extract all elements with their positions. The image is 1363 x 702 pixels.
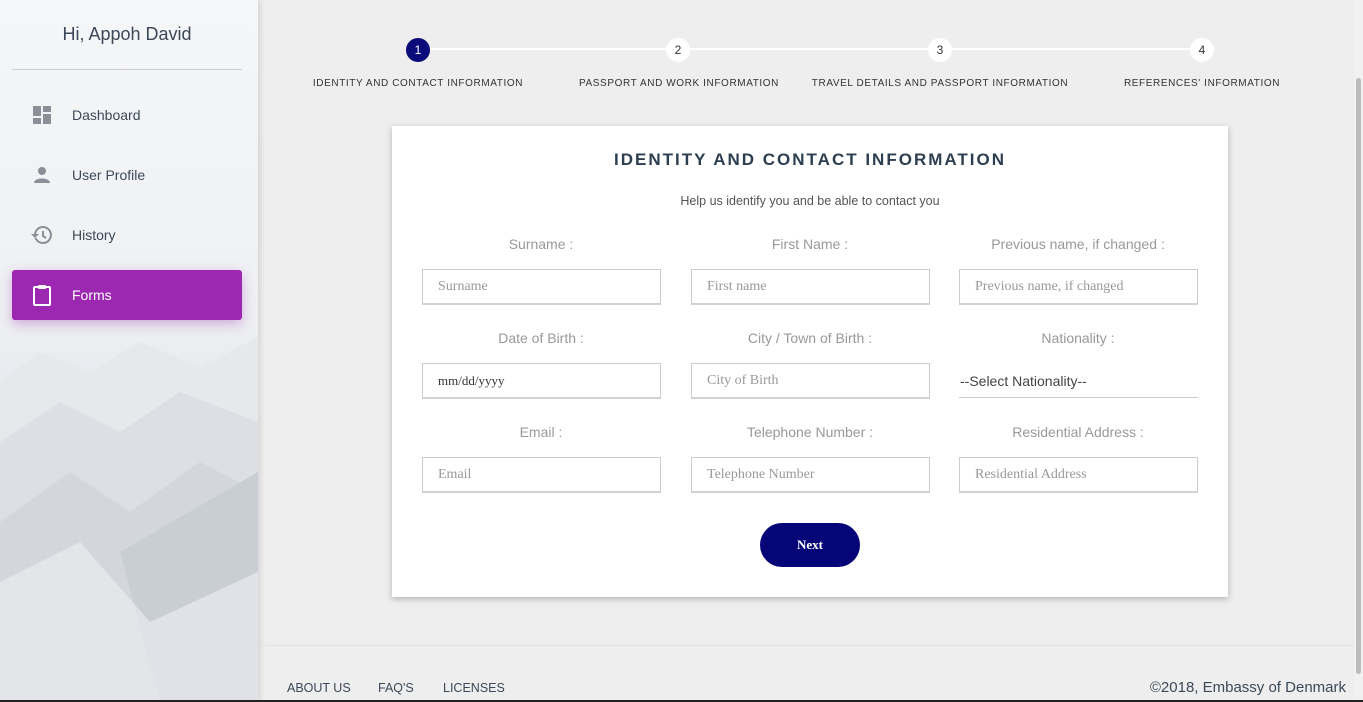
step-3-indicator[interactable]: 3 (928, 38, 952, 62)
sidebar-item-label: User Profile (72, 167, 146, 183)
sidebar-item-dashboard[interactable]: Dashboard (12, 90, 242, 140)
step-1-indicator[interactable]: 1 (406, 38, 430, 62)
step-connector (690, 48, 940, 50)
scrollbar-thumb[interactable] (1356, 78, 1361, 674)
sidebar-item-label: History (72, 227, 116, 243)
first-name-input[interactable]: First name (691, 269, 930, 305)
surname-label: Surname : (508, 236, 574, 252)
footer-divider (258, 645, 1354, 646)
previous-name-label: Previous name, if changed : (991, 236, 1165, 252)
previous-name-input[interactable]: Previous name, if changed (959, 269, 1198, 305)
step-4-indicator[interactable]: 4 (1190, 38, 1214, 62)
step-3-label: TRAVEL DETAILS AND PASSPORT INFORMATION (811, 78, 1069, 89)
step-2-indicator[interactable]: 2 (666, 38, 690, 62)
telephone-input[interactable]: Telephone Number (691, 457, 930, 493)
nationality-label: Nationality : (1041, 330, 1115, 346)
email-input[interactable]: Email (422, 457, 661, 493)
sidebar-item-label: Dashboard (72, 107, 141, 123)
step-connector (952, 48, 1202, 50)
sidebar-item-user-profile[interactable]: User Profile (12, 150, 242, 200)
sidebar-background-mountain (0, 337, 258, 702)
sidebar-item-forms[interactable]: Forms (12, 270, 242, 320)
sidebar-item-label: Forms (72, 287, 112, 303)
email-label: Email : (519, 424, 563, 440)
step-connector (430, 48, 678, 50)
step-4-label: REFERENCES' INFORMATION (1123, 78, 1281, 89)
form-subtitle: Help us identify you and be able to cont… (680, 194, 940, 208)
city-label: City / Town of Birth : (747, 330, 873, 346)
history-icon (30, 223, 54, 247)
address-label: Residential Address : (1012, 424, 1144, 440)
user-greeting: Hi, Appoh David (62, 24, 192, 44)
city-input[interactable]: City of Birth (691, 363, 930, 399)
sidebar: Hi, Appoh David Dashboard User Profile H… (0, 0, 258, 702)
dob-label: Date of Birth : (498, 330, 584, 346)
copyright-text: ©2018, Embassy of Denmark (1149, 679, 1346, 696)
footer-link-about-us[interactable]: ABOUT US (287, 681, 351, 695)
telephone-label: Telephone Number : (746, 424, 874, 440)
surname-input[interactable]: Surname (422, 269, 661, 305)
sidebar-item-history[interactable]: History (12, 210, 242, 260)
clipboard-icon (30, 283, 54, 307)
main-content: 1 2 3 4 IDENTITY AND CONTACT INFORMATION… (258, 0, 1363, 702)
form-title: IDENTITY AND CONTACT INFORMATION (613, 150, 1006, 169)
person-icon (30, 163, 54, 187)
sidebar-divider (12, 69, 242, 70)
step-2-label: PASSPORT AND WORK INFORMATION (578, 78, 780, 89)
first-name-label: First Name : (771, 236, 849, 252)
vertical-scrollbar[interactable] (1354, 0, 1363, 702)
address-input[interactable]: Residential Address (959, 457, 1198, 493)
footer-link-licenses[interactable]: LICENSES (443, 681, 505, 695)
next-button[interactable]: Next (760, 523, 860, 567)
step-1-label: IDENTITY AND CONTACT INFORMATION (312, 78, 524, 89)
dob-input[interactable]: mm/dd/yyyy (422, 363, 661, 399)
nationality-select[interactable]: --Select Nationality-- (959, 364, 1198, 398)
dashboard-icon (30, 103, 54, 127)
footer-link-faqs[interactable]: FAQ'S (378, 681, 414, 695)
